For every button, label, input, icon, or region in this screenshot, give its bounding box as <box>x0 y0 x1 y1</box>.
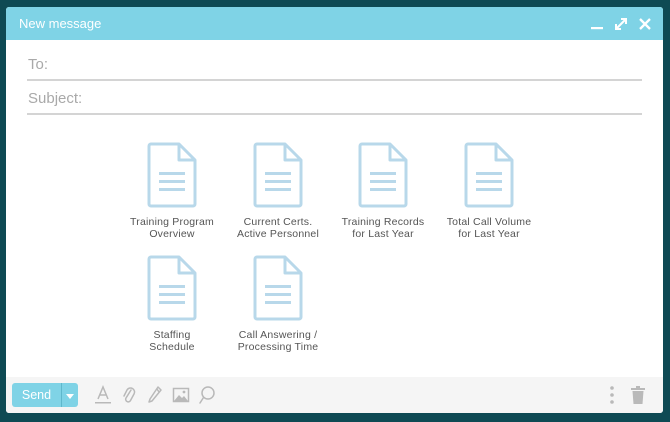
attachment-item[interactable]: Training Records for Last Year <box>330 142 436 240</box>
emoji-icon[interactable] <box>196 383 218 407</box>
document-icon <box>119 142 225 208</box>
document-icon <box>436 142 542 208</box>
document-icon <box>330 142 436 208</box>
compose-window: New message To: Subject: Training Progra… <box>6 7 663 413</box>
attachment-label: Total Call Volume for Last Year <box>446 216 532 240</box>
attachment-grid: Training Program Overview Current Certs.… <box>6 7 663 413</box>
attachment-item[interactable]: Total Call Volume for Last Year <box>436 142 542 240</box>
more-options-icon[interactable] <box>601 383 623 407</box>
document-icon <box>119 255 225 321</box>
image-icon[interactable] <box>170 383 192 407</box>
attachment-item[interactable]: Training Program Overview <box>119 142 225 240</box>
chevron-down-icon <box>66 386 74 404</box>
attachment-label: Training Program Overview <box>130 216 214 240</box>
attachment-label: Staffing Schedule <box>149 329 195 353</box>
send-button[interactable]: Send <box>12 383 61 407</box>
attachment-item[interactable]: Current Certs. Active Personnel <box>225 142 331 240</box>
right-toolbar <box>597 383 649 407</box>
attachment-item[interactable]: Staffing Schedule <box>119 255 225 353</box>
text-format-icon[interactable] <box>92 383 114 407</box>
trash-icon[interactable] <box>627 383 649 407</box>
attachment-label: Current Certs. Active Personnel <box>237 216 319 240</box>
compose-toolbar: Send <box>6 377 663 413</box>
attachment-label: Training Records for Last Year <box>341 216 425 240</box>
document-icon <box>225 142 331 208</box>
pen-icon[interactable] <box>144 383 166 407</box>
send-button-group: Send <box>12 383 78 407</box>
document-icon <box>225 255 331 321</box>
send-options-dropdown[interactable] <box>61 383 78 407</box>
attach-icon[interactable] <box>118 383 140 407</box>
attachment-item[interactable]: Call Answering / Processing Time <box>225 255 331 353</box>
attachment-label: Call Answering / Processing Time <box>237 329 319 353</box>
